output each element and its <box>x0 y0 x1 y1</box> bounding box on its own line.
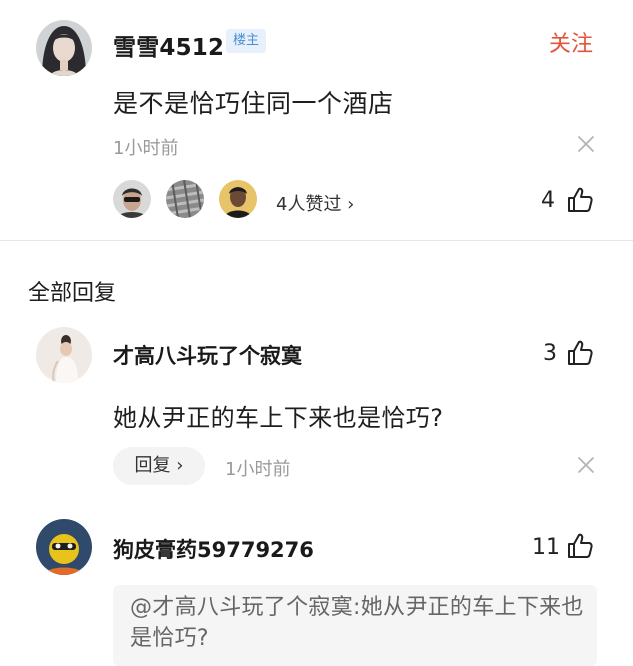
liker-avatar[interactable] <box>219 180 257 218</box>
post-author-name[interactable]: 雪雪4512 <box>113 28 224 62</box>
reply-author-name[interactable]: 狗皮膏药59779276 <box>113 534 314 564</box>
reply-like-count: 11 <box>532 535 560 560</box>
reply-author-avatar[interactable] <box>36 519 92 575</box>
post-time: 1小时前 <box>113 138 179 159</box>
reply-text: 她从尹正的车上下来也是恰巧? <box>113 404 444 432</box>
reply-author-name[interactable]: 才高八斗玩了个寂寞 <box>113 340 302 370</box>
thumbs-up-icon[interactable] <box>566 186 594 214</box>
thumbs-up-icon[interactable] <box>566 532 594 560</box>
post-text: 是不是恰巧住同一个酒店 <box>113 89 394 118</box>
thumbs-up-icon[interactable] <box>566 339 594 367</box>
section-divider <box>0 240 633 241</box>
likers-summary-link[interactable]: 4人赞过 › <box>276 190 354 216</box>
post-like-count: 4 <box>541 188 555 213</box>
post-author-avatar[interactable] <box>36 20 92 76</box>
section-title: 全部回复 <box>28 281 117 306</box>
close-icon[interactable] <box>577 456 595 474</box>
liker-avatar[interactable] <box>113 180 151 218</box>
op-badge: 楼主 <box>226 29 266 53</box>
reply-button[interactable]: 回复 › <box>113 447 205 485</box>
reply-time: 1小时前 <box>225 459 291 480</box>
close-icon[interactable] <box>577 135 595 153</box>
reply-like-count: 3 <box>543 341 557 366</box>
liker-avatar[interactable] <box>166 180 204 218</box>
follow-button[interactable]: 关注 <box>549 26 593 58</box>
quoted-reply-text: @才高八斗玩了个寂寞:她从尹正的车上下来也是恰巧? <box>130 595 584 651</box>
reply-author-avatar[interactable] <box>36 327 92 383</box>
